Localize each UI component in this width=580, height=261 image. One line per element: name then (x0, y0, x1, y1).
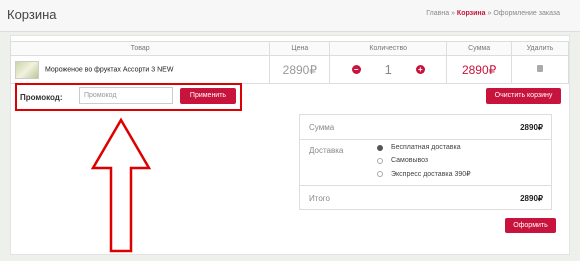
row-sum: 2890₽ (461, 62, 497, 77)
quantity-value[interactable]: 1 (385, 62, 392, 77)
sum-cell: 2890₽ (446, 55, 513, 84)
delivery-option-label: Бесплатная доставка (391, 144, 461, 151)
price-cell: 2890₽ (269, 55, 331, 84)
breadcrumb-next[interactable]: Оформление заказа (493, 10, 560, 17)
plus-icon[interactable]: + (415, 65, 425, 74)
annotation-highlight-box (15, 83, 242, 111)
product-price: 2890₽ (282, 62, 317, 77)
minus-icon[interactable]: − (351, 65, 361, 74)
col-header-sum: Сумма (446, 41, 513, 56)
summary-sum-label: Сумма (309, 123, 335, 132)
col-header-price: Цена (269, 41, 331, 56)
delivery-option-pickup[interactable]: Самовывоз (377, 157, 428, 164)
breadcrumb-sep: » (449, 10, 457, 17)
breadcrumb-home[interactable]: Главна (426, 10, 449, 17)
cart-table: Товар Цена Количество Сумма Удалить Моро… (9, 41, 569, 84)
table-row: Мороженое во фруктах Ассорти 3 NEW 2890₽… (9, 55, 569, 84)
delete-cell (511, 55, 569, 84)
total-label: Итого (309, 194, 330, 203)
col-header-delete: Удалить (511, 41, 569, 56)
delivery-option-free[interactable]: Бесплатная доставка (377, 144, 461, 151)
product-cell: Мороженое во фруктах Ассорти 3 NEW (9, 55, 271, 84)
table-header-row: Товар Цена Количество Сумма Удалить (9, 41, 569, 56)
summary-sum-value: 2890₽ (520, 123, 543, 132)
delivery-option-label: Экспресс доставка 390₽ (391, 171, 471, 178)
order-summary: Сумма 2890₽ Доставка Бесплатная доставка… (299, 114, 552, 210)
trash-icon[interactable] (537, 65, 544, 72)
radio-icon[interactable] (377, 157, 383, 164)
annotation-arrow-icon (90, 117, 152, 253)
quantity-stepper: − 1 + (351, 62, 425, 77)
clear-cart-button[interactable]: Очистить корзину (486, 88, 561, 104)
quantity-cell: − 1 + (329, 55, 448, 84)
col-header-product: Товар (9, 41, 271, 56)
checkout-button[interactable]: Оформить (505, 218, 556, 233)
page-title: Корзина (7, 7, 57, 22)
product-name[interactable]: Мороженое во фруктах Ассорти 3 NEW (45, 66, 173, 73)
header-bar: Корзина Главна » Корзина » Оформление за… (0, 0, 580, 32)
divider (300, 139, 551, 140)
delivery-label: Доставка (309, 146, 344, 155)
divider (300, 185, 551, 186)
breadcrumb-current: Корзина (456, 10, 486, 17)
radio-icon[interactable] (377, 171, 383, 177)
total-value: 2890₽ (520, 194, 543, 203)
radio-icon[interactable] (377, 144, 383, 151)
delivery-option-label: Самовывоз (391, 157, 429, 164)
col-header-quantity: Количество (329, 41, 448, 56)
delivery-option-express[interactable]: Экспресс доставка 390₽ (377, 170, 471, 178)
product-image[interactable] (15, 60, 39, 79)
breadcrumb: Главна » Корзина » Оформление заказа (426, 10, 560, 17)
